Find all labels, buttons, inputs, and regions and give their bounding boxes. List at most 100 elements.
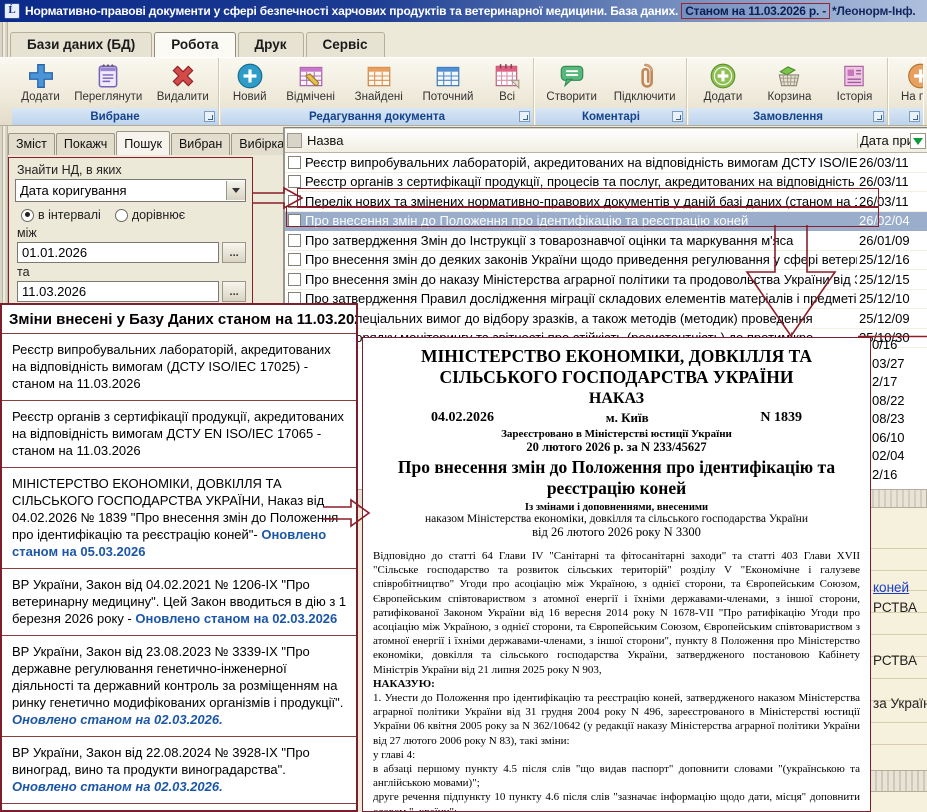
ribbon-button[interactable]: Поточний — [420, 61, 477, 104]
ribbon-group-0: ДодатиПереглянутиВидалити Вибране — [12, 58, 219, 125]
ribbon-button[interactable]: Додати — [18, 61, 63, 104]
background-scrollbar[interactable] — [871, 770, 927, 792]
table-row[interactable]: Перелік нових та змінених нормативно-пра… — [285, 192, 927, 212]
row-date-fragment: 08/23 — [872, 410, 905, 429]
row-name: Реєстр випробувальних лабораторій, акред… — [305, 155, 857, 170]
changes-panel-title: Зміни внесені у Базу Даних станом на 11.… — [2, 305, 356, 334]
changes-item: ВР України, Закон від 04.02.2021 № 1206-… — [2, 569, 356, 636]
app-icon: Ĺ — [4, 3, 20, 19]
row-checkbox[interactable] — [288, 195, 301, 208]
table-row[interactable]: Про внесення змін до Положення про ідент… — [285, 212, 927, 232]
background-window-strip: конейРСТВАРСТВАза Україн — [871, 508, 927, 812]
speech-green-icon — [558, 62, 586, 90]
ribbon-group-caption-label: Вибране — [90, 111, 139, 123]
background-link-fragment[interactable]: коней — [873, 580, 909, 595]
column-header-name[interactable]: Назва — [305, 133, 857, 148]
sidebar-tab-1[interactable]: Покажч — [56, 133, 115, 155]
ribbon-button[interactable]: Створити — [543, 61, 599, 104]
ribbon-button[interactable]: Історія — [834, 61, 876, 104]
doc-paragraph: в абзаці першому пункту 4.5 після слів "… — [373, 762, 860, 790]
table-blue-icon — [434, 62, 462, 90]
dialog-launcher-icon[interactable] — [519, 111, 530, 122]
ribbon-button[interactable]: На п — [896, 61, 923, 104]
table-row[interactable]: Про затвердження Змін до Інструкції з то… — [285, 231, 927, 251]
radio-interval[interactable]: в інтервалі — [21, 208, 101, 222]
table-row[interactable]: Реєстр органів з сертифікації продукції,… — [285, 173, 927, 193]
row-checkbox[interactable] — [288, 214, 301, 227]
ribbon-tab-3[interactable]: Сервіс — [306, 32, 385, 57]
ribbon-button[interactable]: Знайдені — [352, 61, 406, 104]
ribbon-button[interactable]: Корзина — [765, 61, 815, 104]
ribbon-button[interactable]: Додати — [701, 61, 746, 104]
ribbon-group-buttons: Створити Підключити — [536, 58, 686, 108]
changes-item-updated: Оновлено станом на 02.03.2026. — [12, 712, 223, 727]
date-to-input[interactable] — [17, 281, 219, 302]
table-row[interactable]: Реєстр випробувальних лабораторій, акред… — [285, 153, 927, 173]
ribbon-tab-1[interactable]: Робота — [154, 32, 235, 57]
ribbon-button[interactable]: Відмічені — [283, 61, 338, 104]
changes-item: ВР України, Закон від 22.08.2024 № 3928-… — [2, 737, 356, 804]
radio-equals[interactable]: дорівнює — [115, 208, 185, 222]
row-date: 26/01/09 — [857, 233, 927, 248]
date-from-input[interactable] — [17, 242, 219, 263]
ribbon-group-2: Створити Підключити Коментарі — [536, 58, 687, 125]
ribbon-button-label: Корзина — [768, 91, 812, 103]
sidebar-tab-3[interactable]: Вибран — [171, 133, 230, 155]
ribbon-button-label: Знайдені — [355, 91, 403, 103]
ribbon-tab-0[interactable]: Бази даних (БД) — [10, 32, 152, 57]
dialog-launcher-icon[interactable] — [672, 111, 683, 122]
row-checkbox[interactable] — [288, 273, 301, 286]
ribbon-button[interactable]: Видалити — [154, 61, 212, 104]
dialog-launcher-icon[interactable] — [204, 111, 215, 122]
radio-selected-icon — [21, 209, 34, 222]
window-title-highlighted: Станом на 11.03.2026 р. - — [681, 3, 830, 19]
doc-registered-line1: Зареєстровано в Міністерстві юстиції Укр… — [373, 428, 860, 440]
ribbon-group-caption: Коментарі — [536, 108, 686, 125]
search-field-value: Дата коригування — [16, 183, 226, 198]
ribbon-group-buttons: Додати Корзина Історія — [689, 58, 887, 108]
ribbon-group-buttons: ДодатиПереглянутиВидалити — [12, 58, 218, 108]
changes-item-updated: Оновлено станом на 02.03.2026. — [12, 779, 223, 794]
table-row[interactable]: ження Спеціальних вимог до відбору зразк… — [285, 309, 927, 329]
row-name: Про внесення змін до деяких законів Укра… — [305, 252, 857, 267]
radio-equals-label: дорівнює — [132, 208, 185, 222]
list-header[interactable]: Назва Дата прий — [285, 129, 927, 153]
header-checkbox-cell[interactable] — [287, 133, 302, 148]
row-checkbox[interactable] — [288, 253, 301, 266]
ribbon-button[interactable]: Новий — [230, 61, 270, 104]
radio-unselected-icon — [115, 209, 128, 222]
row-name: Про внесення змін до наказу Міністерства… — [305, 272, 857, 287]
doc-place: м. Київ — [606, 410, 649, 426]
table-row[interactable]: Про затвердження Правил дослідження мігр… — [285, 290, 927, 310]
dialog-launcher-icon[interactable] — [873, 111, 884, 122]
row-date: 26/03/11 — [857, 174, 927, 189]
window-title: Нормативно-правові документи у сфері без… — [25, 4, 678, 18]
row-checkbox[interactable] — [288, 175, 301, 188]
sidebar-tab-0[interactable]: Зміст — [8, 133, 55, 155]
ribbon-button-label: Відмічені — [286, 91, 335, 103]
sidebar-tab-2[interactable]: Пошук — [116, 131, 170, 155]
ribbon-group-caption-label: Замовлення — [753, 111, 823, 123]
ribbon-group-caption — [890, 108, 923, 125]
table-purple-icon — [297, 62, 325, 90]
ribbon-tab-bar: Бази даних (БД)РоботаДрукСервіс — [10, 30, 387, 57]
dialog-launcher-icon[interactable] — [909, 111, 920, 122]
doc-ministry: МІНІСТЕРСТВО ЕКОНОМІКИ, ДОВКІЛЛЯ ТА СІЛЬ… — [373, 346, 860, 388]
table-row[interactable]: Про внесення змін до деяких законів Укра… — [285, 251, 927, 271]
date-to-browse-button[interactable]: ... — [222, 281, 246, 302]
table-row[interactable]: Про внесення змін до наказу Міністерства… — [285, 270, 927, 290]
combo-dropdown-button[interactable] — [226, 181, 245, 200]
ribbon-button[interactable]: Всі — [490, 61, 524, 104]
date-from-browse-button[interactable]: ... — [222, 242, 246, 263]
row-checkbox[interactable] — [288, 156, 301, 169]
ribbon-tab-2[interactable]: Друк — [238, 32, 304, 57]
doc-paragraph: НАКАЗУЮ: — [373, 677, 860, 691]
ribbon-button[interactable]: Переглянути — [71, 61, 145, 104]
row-date: 25/12/09 — [857, 311, 927, 326]
search-find-label: Знайти НД, в яких — [17, 163, 246, 177]
ribbon-group-4: На п — [890, 58, 923, 125]
row-checkbox[interactable] — [288, 234, 301, 247]
filter-icon[interactable] — [910, 133, 926, 149]
ribbon-button[interactable]: Підключити — [611, 61, 679, 104]
search-field-select[interactable]: Дата коригування — [15, 179, 246, 202]
